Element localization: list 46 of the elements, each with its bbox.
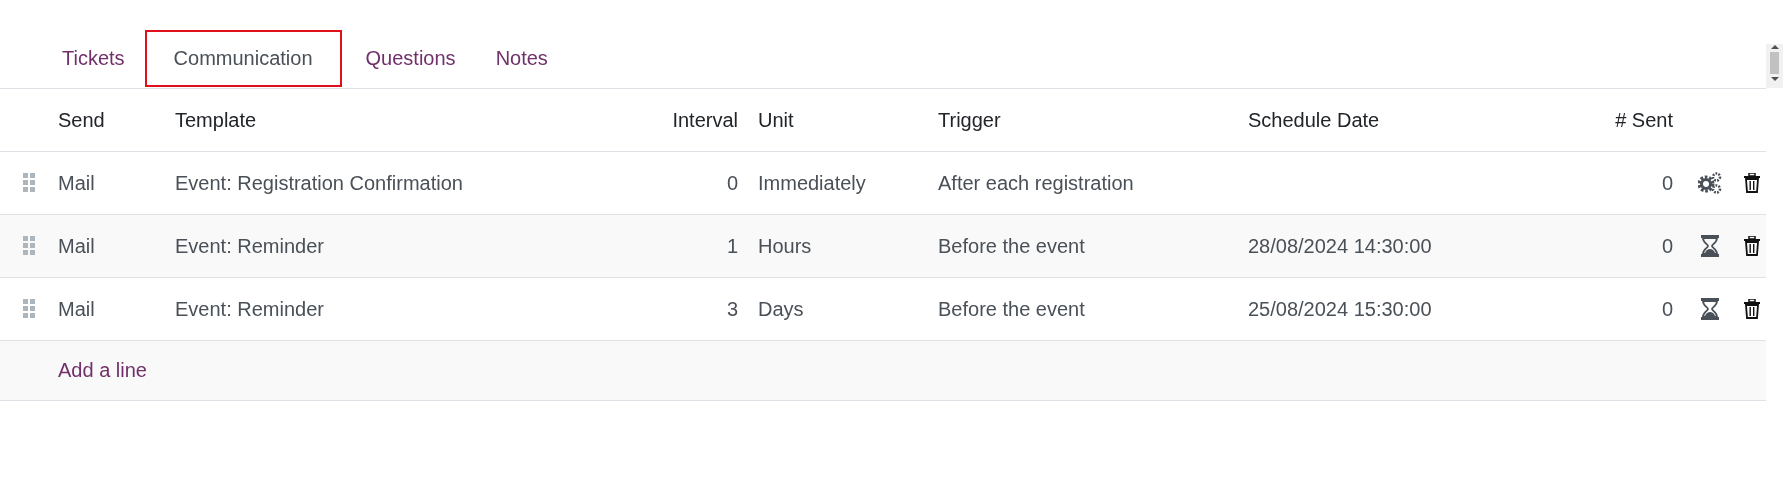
column-header[interactable]: Trigger bbox=[938, 108, 1001, 132]
tab[interactable]: Notes bbox=[475, 30, 568, 87]
table-cell: Event: Registration Confirmation bbox=[175, 171, 463, 195]
drag-handle-icon[interactable] bbox=[23, 299, 35, 319]
hourglass-icon bbox=[1701, 235, 1719, 257]
drag-handle-icon[interactable] bbox=[23, 173, 35, 193]
add-line-link[interactable]: Add a line bbox=[58, 359, 147, 382]
column-header[interactable]: Schedule Date bbox=[1248, 108, 1380, 132]
column-header[interactable]: Unit bbox=[758, 108, 794, 132]
tab[interactable]: Communication bbox=[144, 30, 342, 87]
hourglass-icon bbox=[1701, 298, 1719, 320]
table-cell: 0 bbox=[1661, 297, 1673, 321]
column-header[interactable]: Interval bbox=[672, 108, 738, 132]
table-cell: 0 bbox=[1661, 171, 1673, 195]
table-cell: Hours bbox=[758, 234, 812, 258]
trash-icon[interactable] bbox=[1744, 299, 1760, 319]
table-cell: Before the event bbox=[938, 297, 1085, 321]
table-cell: 28/08/2024 14:30:00 bbox=[1248, 234, 1432, 258]
table-cell: 3 bbox=[726, 297, 738, 321]
tab[interactable]: Tickets bbox=[42, 30, 145, 87]
table-cell: Event: Reminder bbox=[175, 297, 324, 321]
table-cell: Immediately bbox=[758, 171, 866, 195]
trash-icon[interactable] bbox=[1744, 236, 1760, 256]
table-cell: 0 bbox=[1661, 234, 1673, 258]
scroll-up-icon[interactable] bbox=[1770, 44, 1779, 50]
table-cell: 25/08/2024 15:30:00 bbox=[1248, 297, 1432, 321]
column-header[interactable]: Template bbox=[175, 108, 257, 132]
trash-icon[interactable] bbox=[1744, 173, 1760, 193]
table-cell: Event: Reminder bbox=[175, 234, 324, 258]
table-cell: Before the event bbox=[938, 234, 1085, 258]
column-header[interactable]: # Sent bbox=[1615, 108, 1673, 132]
table-cell: 0 bbox=[726, 171, 738, 195]
scroll-down-icon[interactable] bbox=[1770, 76, 1779, 82]
drag-handle-icon[interactable] bbox=[23, 236, 35, 256]
table-cell: Mail bbox=[58, 171, 95, 195]
scrollbar[interactable] bbox=[1766, 44, 1783, 88]
scrollbar-thumb[interactable] bbox=[1770, 52, 1779, 74]
table-cell: Mail bbox=[58, 297, 95, 321]
table-cell: Days bbox=[758, 297, 804, 321]
column-header[interactable]: Send bbox=[58, 108, 105, 132]
table-cell: 1 bbox=[726, 234, 738, 258]
table-cell: After each registration bbox=[938, 171, 1134, 195]
table-row[interactable]: Mail Event: Reminder 1 Hours Before the event 28/08/2024 14:30:00 0 bbox=[0, 215, 1766, 278]
gears-icon bbox=[1698, 172, 1722, 194]
table-cell: Mail bbox=[58, 234, 95, 258]
tab[interactable]: Questions bbox=[345, 30, 476, 87]
